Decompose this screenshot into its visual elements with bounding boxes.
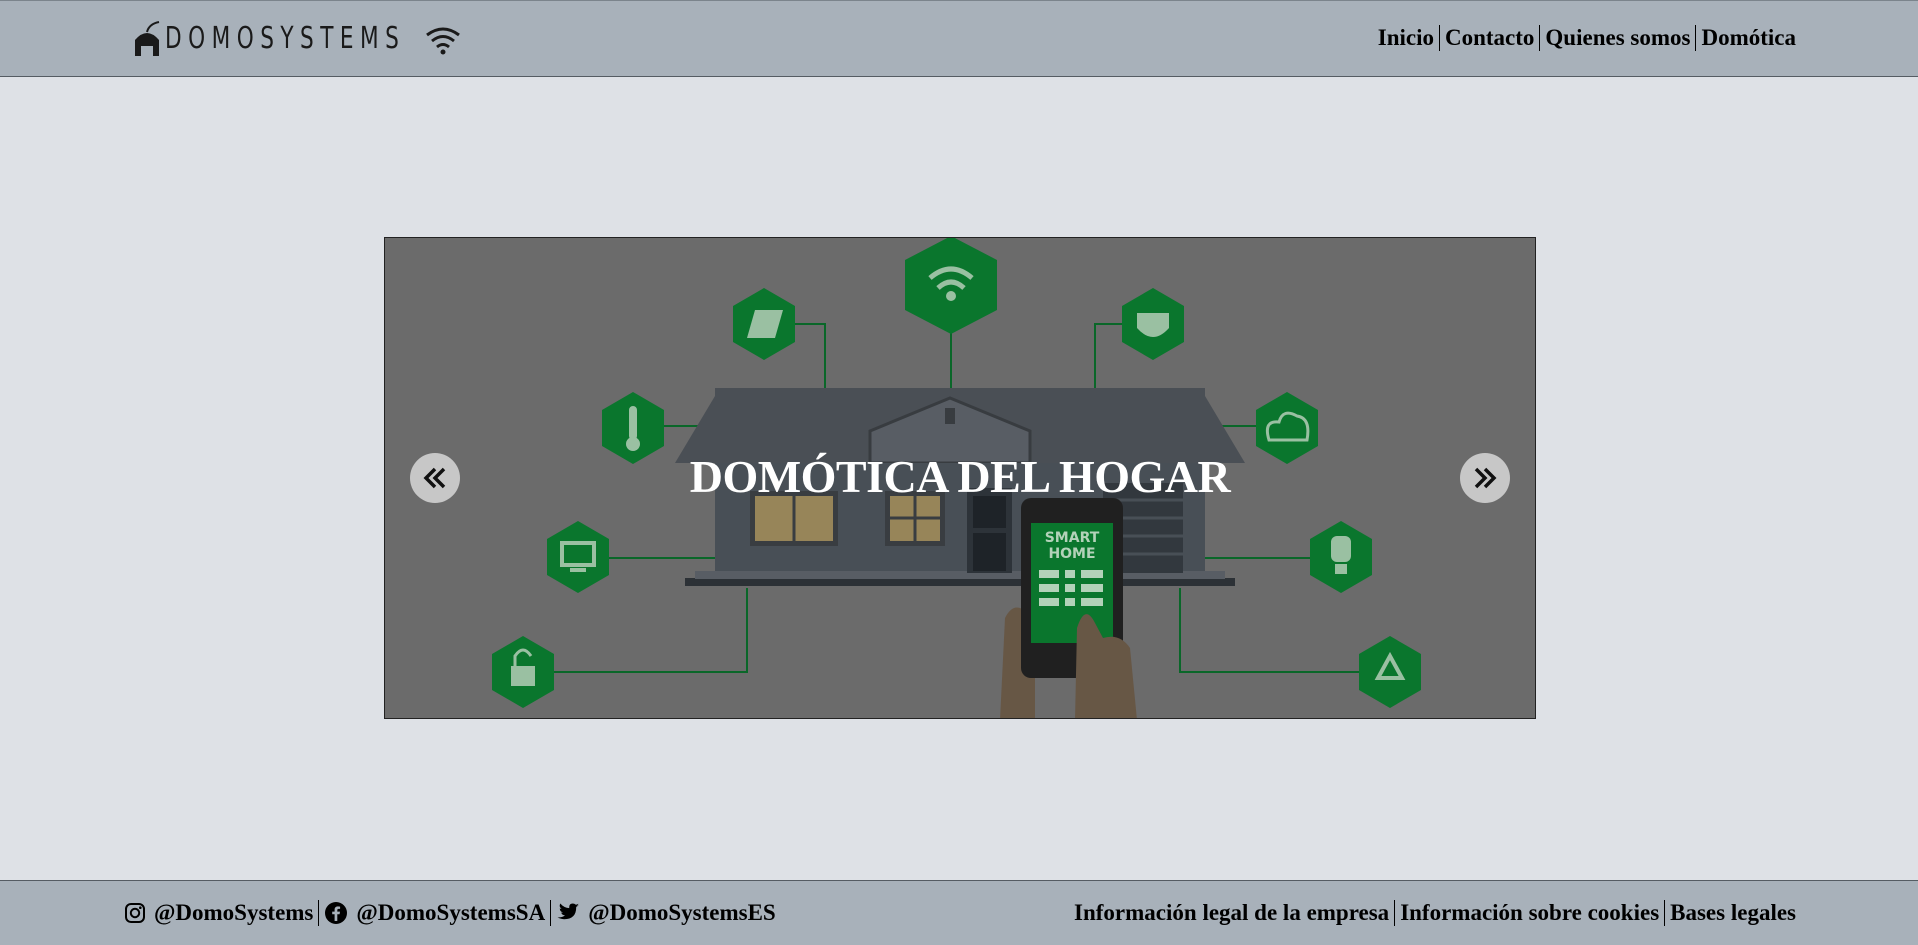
instagram-icon [125,903,145,923]
double-chevron-right-icon [1474,467,1497,489]
logo-text: DOMOSYSTEMS [165,20,406,56]
top-header: DOMOSYSTEMS Inicio Contacto Quienes somo… [0,0,1918,77]
main-nav: Inicio Contacto Quienes somos Domótica [1373,25,1801,51]
facebook-handle: @DomoSystemsSA [356,900,546,925]
footer: @DomoSystems @DomoSystemsSA @DomoSystems… [0,880,1918,945]
nav-domotica[interactable]: Domótica [1696,25,1801,51]
nav-quienes-somos[interactable]: Quienes somos [1540,25,1695,51]
social-facebook[interactable]: @DomoSystemsSA [319,900,550,926]
logo-wifi-icon [426,27,460,55]
carousel-prev-button[interactable] [410,453,460,503]
logo-house-icon [135,21,160,56]
social-twitter[interactable]: @DomoSystemsES [551,900,781,926]
link-bases-legales[interactable]: Bases legales [1665,900,1801,926]
image-carousel: SMART HOME DOMÓTICA DEL HOGAR [384,237,1536,719]
legal-links: Información legal de la empresa Informac… [1069,900,1801,926]
social-instagram[interactable]: @DomoSystems [119,900,318,926]
link-cookies-info[interactable]: Información sobre cookies [1395,900,1664,926]
twitter-icon [557,903,580,920]
slide-caption: DOMÓTICA DEL HOGAR [689,451,1231,502]
nav-inicio[interactable]: Inicio [1373,25,1439,51]
link-legal-info[interactable]: Información legal de la empresa [1069,900,1394,926]
social-links: @DomoSystems @DomoSystemsSA @DomoSystems… [119,900,781,926]
carousel-next-button[interactable] [1460,453,1510,503]
double-chevron-left-icon [423,467,446,489]
facebook-icon [325,902,348,924]
twitter-handle: @DomoSystemsES [588,900,776,925]
logo[interactable]: DOMOSYSTEMS [133,15,510,61]
nav-contacto[interactable]: Contacto [1440,25,1539,51]
instagram-handle: @DomoSystems [154,900,314,925]
